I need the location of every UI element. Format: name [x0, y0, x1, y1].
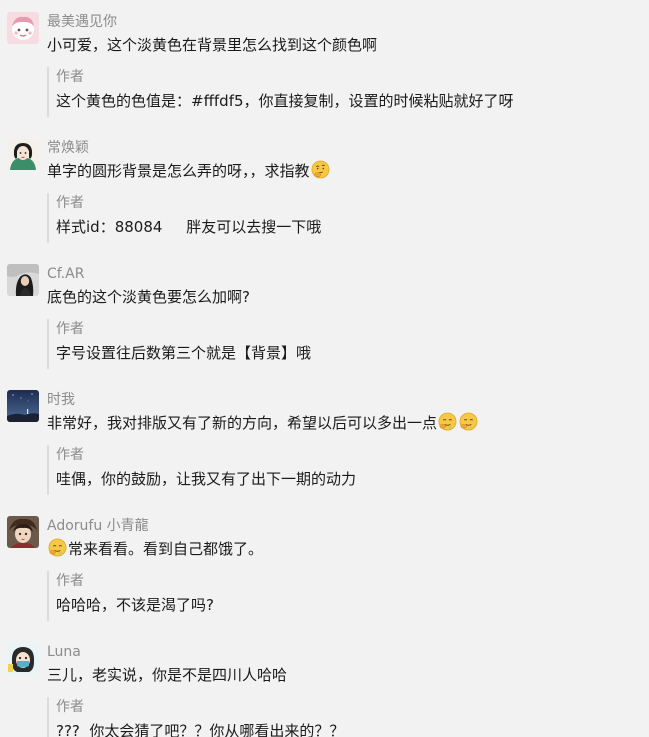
- author-reply: 作者 ??? 你太会猜了吧？？你从哪看出来的？？: [47, 697, 344, 737]
- reply-content: 哇偶，你的鼓励，让我又有了出下一期的动力: [56, 470, 357, 488]
- comment-text: 非常好，我对排版又有了新的方向，希望以后可以多出一点: [47, 414, 438, 432]
- comment-text: 小可爱，这个淡黄色在背景里怎么找到这个颜色啊: [47, 36, 378, 54]
- comment-content: 底色的这个淡黄色要怎么加啊?: [47, 286, 250, 308]
- photo-portrait-avatar[interactable]: [7, 264, 39, 296]
- reply-content: 字号设置往后数第三个就是【背景】哦: [56, 344, 312, 362]
- comment-content: 三儿，老实说，你是不是四川人哈哈: [47, 664, 287, 686]
- comment-nickname: Luna: [47, 644, 81, 660]
- cartoon-girl-avatar[interactable]: [7, 12, 39, 44]
- reply-author-label: 作者: [56, 321, 84, 337]
- reply-content: 这个黄色的色值是：#fffdf5，你直接复制，设置的时候粘贴就好了呀: [56, 92, 514, 110]
- comment-content: 非常好，我对排版又有了新的方向，希望以后可以多出一点: [47, 412, 479, 434]
- drooling-face-emoji: [459, 412, 478, 431]
- reply-author-label: 作者: [56, 447, 84, 463]
- author-reply: 作者 样式id：88084 胖友可以去搜一下哦: [47, 193, 321, 243]
- comment-nickname: 最美遇见你: [47, 14, 117, 30]
- reply-author-label: 作者: [56, 699, 84, 715]
- author-reply: 作者 字号设置往后数第三个就是【背景】哦: [47, 319, 311, 369]
- comment-nickname: Cf.AR: [47, 266, 85, 282]
- comment-item: Luna 三儿，老实说，你是不是四川人哈哈 作者 ??? 你太会猜了吧？？你从哪…: [0, 630, 649, 737]
- comment-text: 单字的圆形背景是怎么弄的呀，，求指教: [47, 162, 310, 180]
- author-reply: 作者 哈哈哈，不该是渴了吗?: [47, 571, 214, 621]
- author-reply: 作者 这个黄色的色值是：#fffdf5，你直接复制，设置的时候粘贴就好了呀: [47, 67, 514, 117]
- reply-author-label: 作者: [56, 573, 84, 589]
- night-sky-avatar[interactable]: [7, 390, 39, 422]
- comment-nickname: 常焕颖: [47, 140, 89, 156]
- drooling-face-emoji: [438, 412, 457, 431]
- comment-item: 最美遇见你 小可爱，这个淡黄色在背景里怎么找到这个颜色啊 作者 这个黄色的色值是…: [0, 0, 649, 126]
- comment-text: 底色的这个淡黄色要怎么加啊?: [47, 288, 250, 306]
- cartoon-masked-avatar[interactable]: [7, 642, 39, 674]
- comment-nickname: 时我: [47, 392, 75, 408]
- reply-content: 样式id：88084 胖友可以去搜一下哦: [56, 218, 322, 236]
- comment-content: 常来看看。看到自己都饿了。: [47, 538, 263, 560]
- comment-content: 单字的圆形背景是怎么弄的呀，，求指教: [47, 160, 331, 182]
- thinking-face-emoji: [311, 160, 330, 179]
- drooling-face-emoji: [48, 538, 67, 557]
- anime-character-avatar[interactable]: [7, 516, 39, 548]
- reply-content: 哈哈哈，不该是渴了吗?: [56, 596, 214, 614]
- reply-content: ??? 你太会猜了吧？？你从哪看出来的？？: [56, 722, 345, 737]
- author-reply: 作者 哇偶，你的鼓励，让我又有了出下一期的动力: [47, 445, 356, 495]
- reply-author-label: 作者: [56, 195, 84, 211]
- comment-text: 三儿，老实说，你是不是四川人哈哈: [47, 666, 288, 684]
- comment-item: 常焕颖 单字的圆形背景是怎么弄的呀，，求指教 作者 样式id：88084 胖友可…: [0, 126, 649, 252]
- comment-nickname: Adorufu 小青龍: [47, 518, 149, 534]
- comment-content: 小可爱，这个淡黄色在背景里怎么找到这个颜色啊: [47, 34, 377, 56]
- comment-item: Cf.AR 底色的这个淡黄色要怎么加啊? 作者 字号设置往后数第三个就是【背景】…: [0, 252, 649, 378]
- reply-author-label: 作者: [56, 69, 84, 85]
- comment-item: Adorufu 小青龍 常来看看。看到自己都饿了。 作者 哈哈哈，不该是渴了吗?: [0, 504, 649, 630]
- comment-text: 常来看看。看到自己都饿了。: [68, 540, 264, 558]
- illustrated-portrait-avatar[interactable]: [7, 138, 39, 170]
- comment-item: 时我 非常好，我对排版又有了新的方向，希望以后可以多出一点 作者 哇偶，你的鼓励…: [0, 378, 649, 504]
- comment-list: 最美遇见你 小可爱，这个淡黄色在背景里怎么找到这个颜色啊 作者 这个黄色的色值是…: [0, 0, 649, 737]
